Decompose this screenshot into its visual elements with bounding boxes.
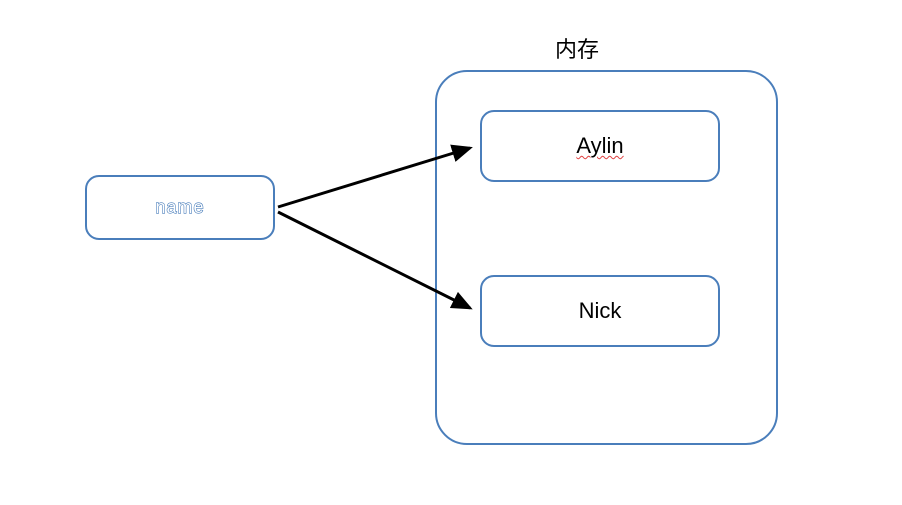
memory-object-0-label: Aylin	[576, 133, 623, 159]
memory-object-1-label: Nick	[579, 298, 622, 324]
variable-box: name	[85, 175, 275, 240]
variable-label: name	[155, 197, 204, 218]
memory-container-title: 内存	[555, 32, 599, 64]
memory-object-0: Aylin	[480, 110, 720, 182]
memory-object-1: Nick	[480, 275, 720, 347]
